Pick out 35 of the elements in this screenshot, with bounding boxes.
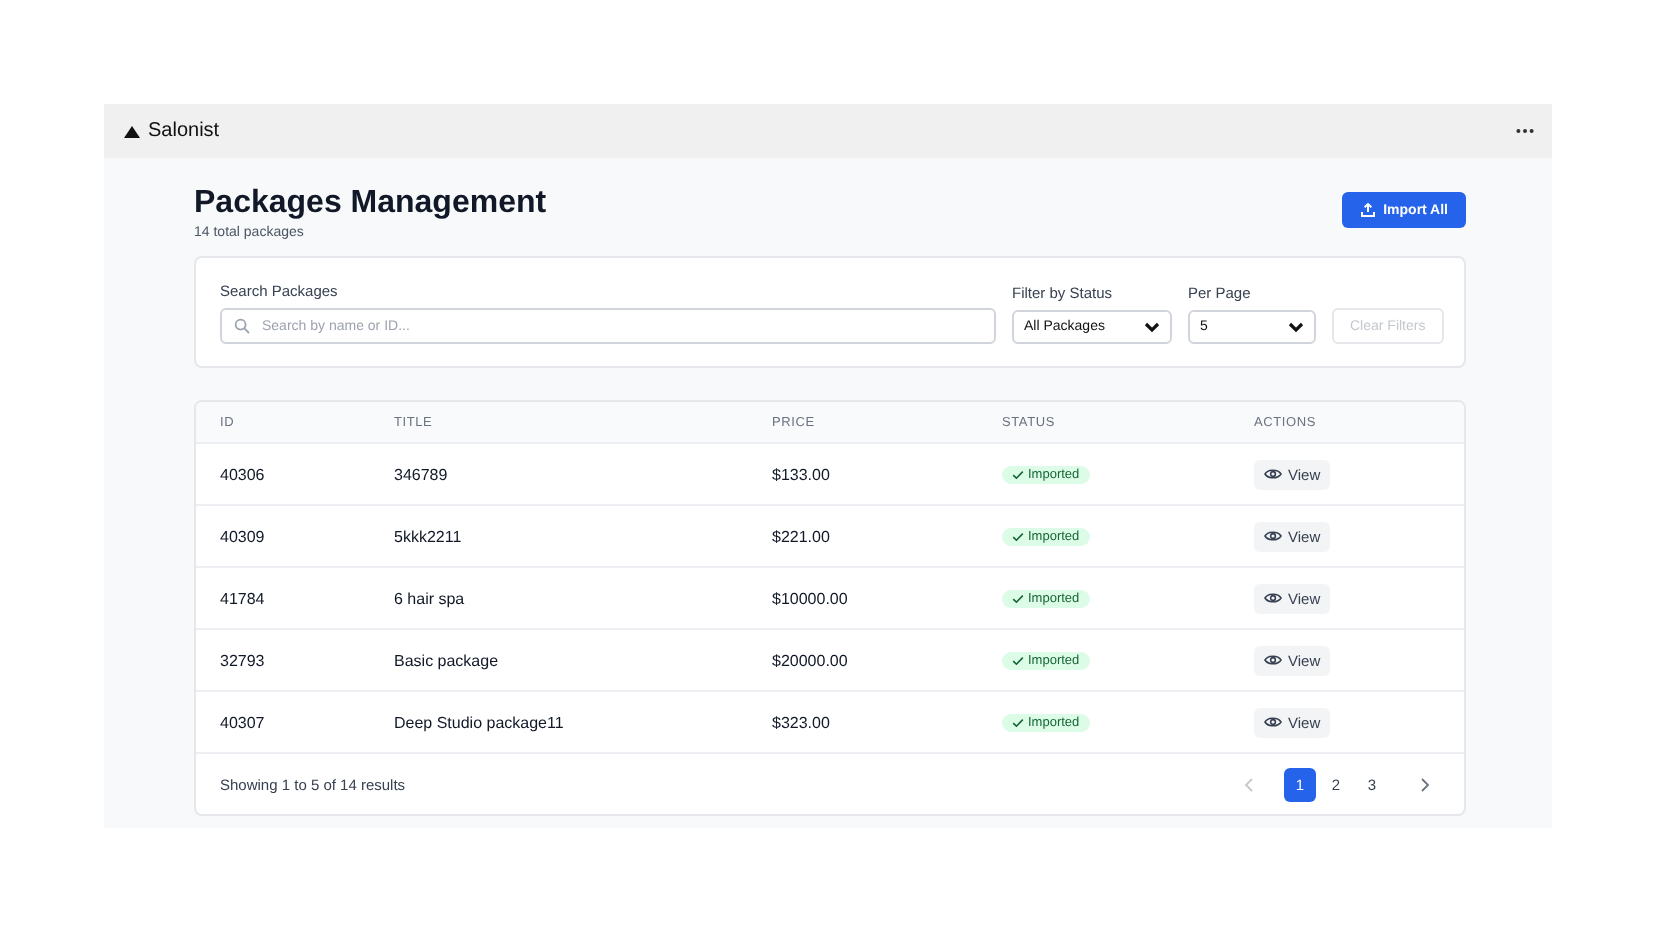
table-cell-text: $133.00 (772, 465, 832, 483)
check-icon (1012, 717, 1024, 727)
eye-icon (1264, 716, 1282, 728)
page-title: Packages Management (194, 184, 547, 224)
eye-icon (1264, 468, 1282, 480)
table-cell-text: 40309 (220, 527, 267, 545)
eye-icon (1264, 530, 1282, 542)
table-cell-text: 40307 (220, 713, 267, 731)
check-icon (1012, 531, 1024, 541)
table-cell-text: 5kkk2211 (394, 527, 464, 545)
table-cell-text: Basic package (394, 651, 501, 669)
table-cell-text: 41784 (220, 589, 267, 607)
table-cell-text: 346789 (394, 465, 450, 483)
table-cell-text: $323.00 (772, 713, 832, 731)
chevron-left-icon (1243, 777, 1253, 791)
chevron-right-icon (1419, 777, 1429, 791)
eye-icon (1264, 592, 1282, 604)
eye-icon (1264, 654, 1282, 666)
table-cell-text: 40306 (220, 465, 267, 483)
check-icon (1012, 593, 1024, 603)
table-cell-text: 6 hair spa (394, 589, 467, 607)
table-cell-text: $221.00 (772, 527, 832, 545)
table-cell-text: $10000.00 (772, 589, 850, 607)
table-cell-text: $20000.00 (772, 651, 850, 669)
table-cell-text: 32793 (220, 651, 267, 669)
chevron-down-icon (1288, 321, 1304, 333)
table-cell-text: Deep Studio package11 (394, 713, 566, 731)
check-icon (1012, 469, 1024, 479)
app-title: Salonist (148, 120, 220, 142)
search-icon (234, 318, 250, 334)
upload-icon (1359, 202, 1376, 218)
more-icon[interactable] (1516, 128, 1534, 134)
chevron-down-icon (1144, 321, 1160, 333)
check-icon (1012, 655, 1024, 665)
triangle-icon (124, 125, 140, 137)
